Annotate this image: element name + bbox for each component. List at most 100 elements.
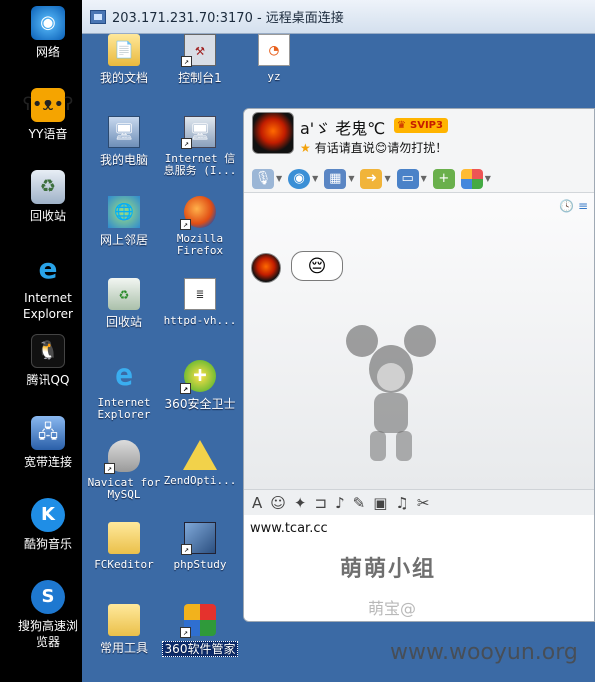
svip-badge[interactable]: SVIP3 <box>394 118 448 133</box>
remote-icon-label: 控制台1 <box>178 71 222 85</box>
chevron-down-icon[interactable]: ▼ <box>485 174 491 183</box>
screen-share-button[interactable]: ▦ ▼ <box>324 168 354 189</box>
remote-icon-phpstudy[interactable]: ↗ phpStudy <box>158 522 242 571</box>
local-icon-broadband[interactable]: 🖧 宽带连接 <box>8 416 82 470</box>
image-icon[interactable]: ▣ <box>373 494 387 512</box>
message-avatar[interactable] <box>251 253 281 283</box>
remote-icon-label: yz <box>267 70 281 83</box>
edit-icon[interactable]: ✎ <box>353 494 366 512</box>
ie-icon: e <box>38 252 58 285</box>
font-icon[interactable]: A <box>252 494 262 512</box>
local-icon-sogou-browser[interactable]: S 搜狗高速浏 览器 <box>8 580 82 650</box>
qq-chat-window[interactable]: a'ゞ 老鬼℃ SVIP3 ★有话请直说😊请勿打扰！ 🎙▼ ◉▼ ▦▼ ➜▼ ▭… <box>243 108 595 622</box>
remote-icon-iis[interactable]: 🖥 ↗ Internet 信 息服务 (I... <box>158 116 242 177</box>
remote-icon-360-safe[interactable]: + ↗ 360安全卫士 <box>158 360 242 411</box>
contact-avatar[interactable] <box>252 112 294 154</box>
local-icon-network[interactable]: ◉ 网络 <box>8 6 82 60</box>
shortcut-arrow-icon: ↗ <box>180 219 191 230</box>
music-icon[interactable]: ♫ <box>395 494 408 512</box>
console-icon: ⚒ ↗ <box>181 34 216 67</box>
phpstudy-icon: ↗ <box>181 522 216 555</box>
remote-icon-zend[interactable]: ZendOpti... <box>158 440 242 487</box>
remote-icon-recycle-bin[interactable]: ♻ 回收站 <box>82 278 166 329</box>
remote-icon-navicat[interactable]: ↗ Navicat for MySQL <box>82 440 166 501</box>
remote-icon-ie[interactable]: e Internet Explorer <box>82 360 166 421</box>
local-desktop: ◉ 网络 ʕ•ᴥ•ʔ YY语音 ♻ 回收站 e Internet Explore… <box>0 0 82 682</box>
remote-icon-label: 我的文档 <box>99 71 148 85</box>
remote-desktop-icon: ▭ <box>396 168 419 189</box>
local-icon-recycle-bin[interactable]: ♻ 回收站 <box>8 170 82 224</box>
chevron-down-icon[interactable]: ▼ <box>384 174 390 183</box>
navicat-icon: ↗ <box>104 440 140 474</box>
shake-icon[interactable]: ✦ <box>294 494 307 512</box>
remote-icon-label: 常用工具 <box>99 641 148 655</box>
remote-icon-label: Mozilla Firefox <box>176 232 224 257</box>
remote-icon-console[interactable]: ⚒ ↗ 控制台1 <box>158 34 242 85</box>
local-icon-yy[interactable]: ʕ•ᴥ•ʔ YY语音 <box>8 88 82 142</box>
file-transfer-button[interactable]: ➜ ▼ <box>360 168 391 189</box>
shortcut-arrow-icon: ↗ <box>180 627 191 638</box>
chat-history[interactable]: 🕓 ≡ 😔 <box>244 193 594 489</box>
shortcut-arrow-icon: ↗ <box>181 56 192 67</box>
voice-call-button[interactable]: 🎙 ▼ <box>252 168 282 189</box>
iis-icon: 🖥 ↗ <box>181 116 216 149</box>
contact-name[interactable]: a'ゞ 老鬼℃ <box>300 115 385 139</box>
remote-icon-httpd-vhosts[interactable]: ≣ httpd-vh... <box>158 278 242 327</box>
group-sub-watermark: 萌宝@ <box>368 599 417 618</box>
remote-icon-360-software[interactable]: ↗ 360软件管家 <box>158 604 242 657</box>
local-icon-kugou[interactable]: K 酷狗音乐 <box>8 498 82 552</box>
zend-icon <box>183 440 217 470</box>
remote-icon-my-documents[interactable]: 📄 我的文档 <box>82 34 166 85</box>
local-icon-qq[interactable]: 🐧 腾讯QQ <box>8 334 82 388</box>
chevron-down-icon[interactable]: ▼ <box>421 174 427 183</box>
broadband-connection-icon: 🖧 <box>31 416 65 450</box>
remote-icon-label: 网上邻居 <box>99 233 148 247</box>
remote-icon-fckeditor[interactable]: FCKeditor <box>82 522 166 571</box>
input-toolbar: A ☺ ✦ ⊐ ♪ ✎ ▣ ♫ ✂ <box>244 489 594 515</box>
ie-icon: e <box>114 358 134 393</box>
chat-toolbar: 🎙 ▼ ◉ ▼ ▦ ▼ ➜ ▼ ▭ ▼ + ▼ <box>244 165 594 193</box>
signature-suffix: 请勿打扰！ <box>387 141 448 155</box>
360-software-icon: ↗ <box>180 604 216 638</box>
remote-icon-label: Internet 信 息服务 (I... <box>163 152 237 177</box>
remote-assist-button[interactable]: ▭ ▼ <box>396 168 427 189</box>
kugou-icon: K <box>31 498 65 532</box>
add-app-button[interactable]: + <box>432 168 455 189</box>
voice-message-icon[interactable]: ♪ <box>335 494 345 512</box>
message-input-text: www.tcar.cc <box>250 521 328 536</box>
remote-icon-label: ZendOpti... <box>163 474 237 487</box>
remote-icon-firefox[interactable]: ↗ Mozilla Firefox <box>158 196 242 257</box>
microphone-icon: 🎙 <box>252 168 274 189</box>
shortcut-arrow-icon: ↗ <box>104 463 115 474</box>
screenshot-icon[interactable]: ⊐ <box>314 494 327 512</box>
remote-icon-label: 我的电脑 <box>99 153 148 167</box>
add-app-icon: + <box>432 168 455 189</box>
apps-grid-icon <box>460 168 483 189</box>
emoji-icon[interactable]: ☺ <box>270 494 286 512</box>
mouse-mascot-watermark <box>346 325 436 461</box>
file-transfer-icon: ➜ <box>360 168 383 189</box>
local-icon-label: 腾讯QQ <box>26 373 70 387</box>
360-safe-icon: + ↗ <box>180 360 216 394</box>
remote-icon-yz[interactable]: ◔ yz <box>232 34 316 83</box>
apps-button[interactable]: ▼ <box>460 168 491 189</box>
remote-icon-network-places[interactable]: 🌐 网上邻居 <box>82 196 166 247</box>
local-icon-ie[interactable]: e Internet Explorer <box>8 252 82 322</box>
message-history-icon[interactable]: 🕓 ≡ <box>559 199 588 213</box>
video-call-button[interactable]: ◉ ▼ <box>288 168 318 189</box>
remote-desktop-icon <box>90 9 106 24</box>
remote-icon-common-tools[interactable]: 常用工具 <box>82 604 166 655</box>
remote-icon-my-computer[interactable]: 🖥 我的电脑 <box>82 116 166 167</box>
video-camera-icon: ◉ <box>288 168 311 189</box>
remote-icon-label: 360安全卫士 <box>164 397 236 411</box>
chevron-down-icon[interactable]: ▼ <box>276 174 282 183</box>
chevron-down-icon[interactable]: ▼ <box>348 174 354 183</box>
scissors-icon[interactable]: ✂ <box>417 494 430 512</box>
chevron-down-icon[interactable]: ▼ <box>312 174 318 183</box>
local-icon-label: Internet Explorer <box>23 291 73 321</box>
remote-icon-label: Internet Explorer <box>97 396 151 421</box>
rdp-titlebar[interactable]: 203.171.231.70:3170 - 远程桌面连接 <box>82 0 595 34</box>
remote-icon-label: httpd-vh... <box>163 314 237 327</box>
contact-signature: ★ 有话请直说😊请勿打扰！ <box>300 139 447 156</box>
shortcut-arrow-icon: ↗ <box>181 138 192 149</box>
